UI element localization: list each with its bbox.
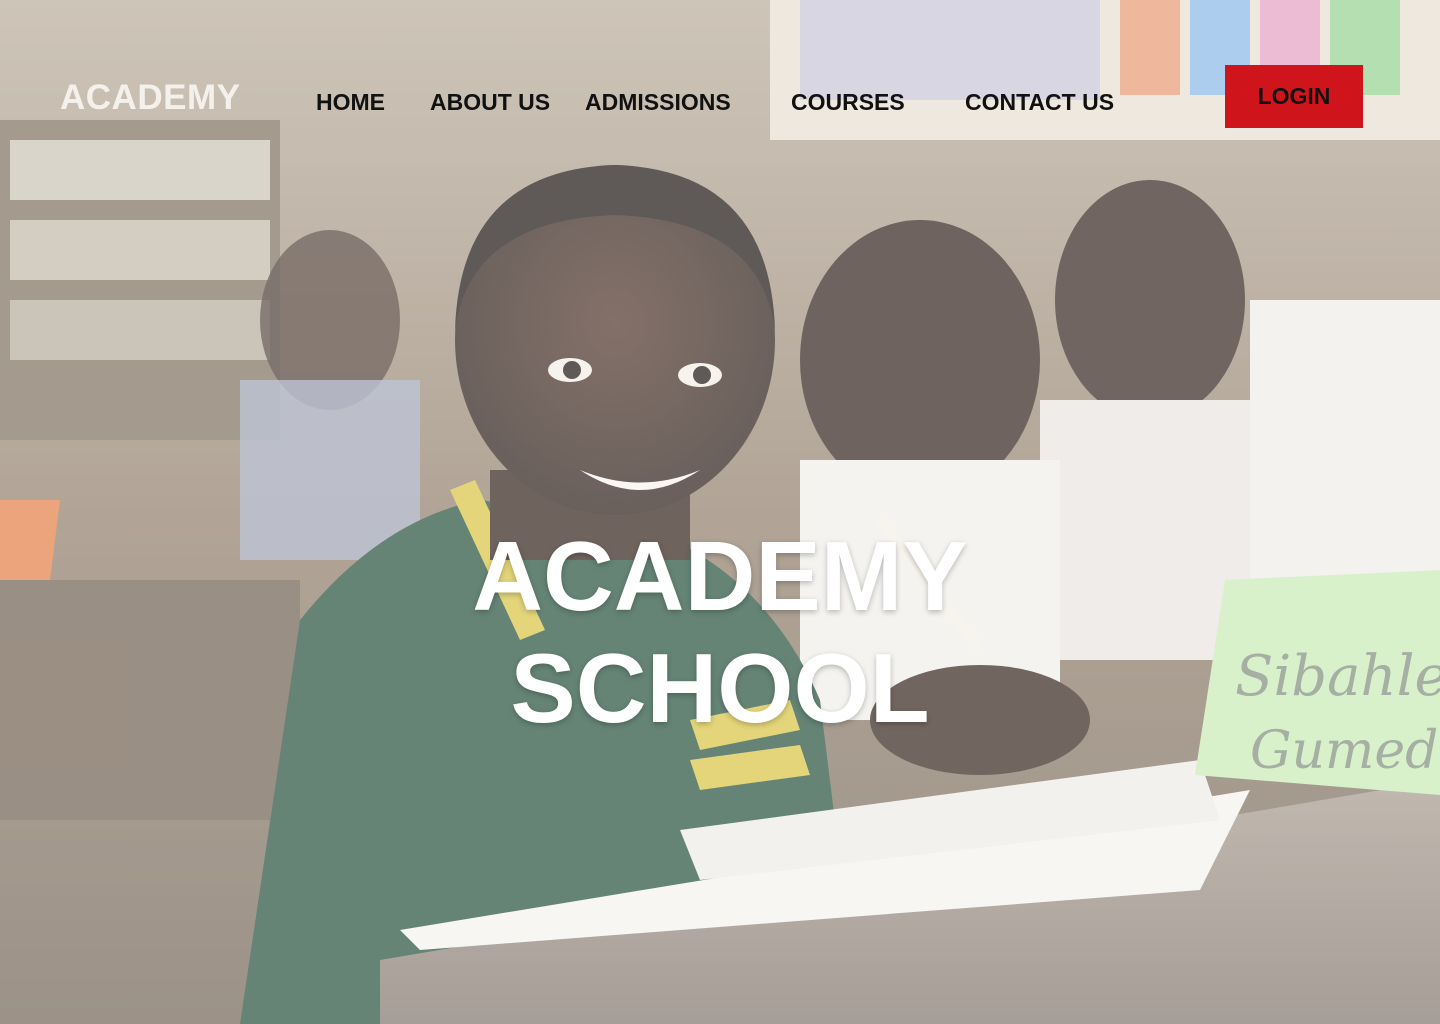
- top-navigation: ACADEMY HOME ABOUT US ADMISSIONS COURSES…: [0, 0, 1440, 200]
- site-logo[interactable]: ACADEMY: [60, 78, 240, 118]
- nav-link-home[interactable]: HOME: [316, 89, 385, 116]
- login-button[interactable]: LOGIN: [1225, 65, 1363, 128]
- hero-title: ACADEMY SCHOOL: [0, 520, 1440, 744]
- nav-link-contact-us[interactable]: CONTACT US: [965, 89, 1114, 116]
- nav-link-about-us[interactable]: ABOUT US: [430, 89, 550, 116]
- hero-section: Sibahle Gumede ACADEMY HOME ABOUT US ADM…: [0, 0, 1440, 1024]
- nav-link-admissions[interactable]: ADMISSIONS: [585, 89, 731, 116]
- hero-title-line-1: ACADEMY: [472, 521, 968, 631]
- nav-link-courses[interactable]: COURSES: [791, 89, 905, 116]
- hero-title-line-2: SCHOOL: [510, 633, 930, 743]
